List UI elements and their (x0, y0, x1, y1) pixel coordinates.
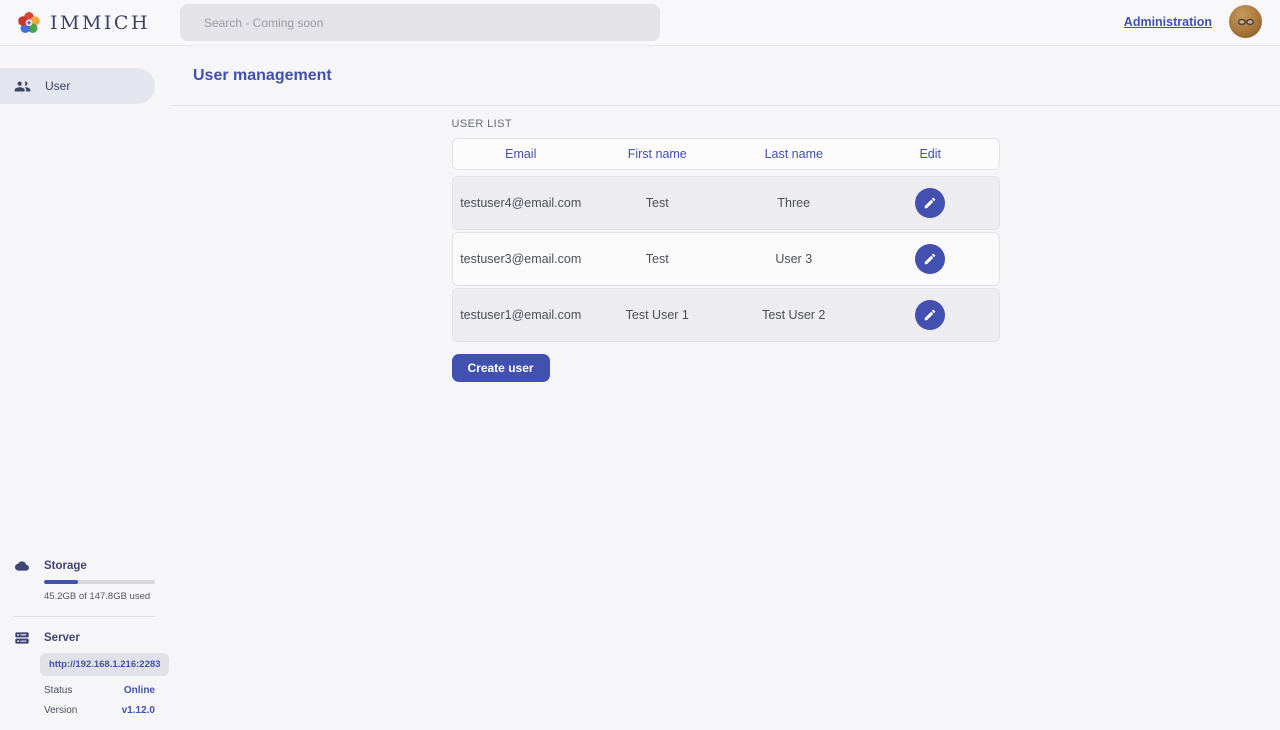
administration-link[interactable]: Administration (1124, 15, 1212, 29)
table-header: Email First name Last name Edit (452, 138, 1000, 170)
table-row: testuser1@email.com Test User 1 Test Use… (452, 288, 1000, 342)
create-user-button[interactable]: Create user (452, 354, 550, 382)
main-panel: User management USER LIST Email First na… (171, 46, 1280, 730)
admin-sidebar: User Storage 45.2GB of 147.8GB (0, 46, 171, 730)
edit-user-button[interactable] (915, 244, 945, 274)
cell-last-name: Test User 2 (726, 308, 863, 322)
server-status-row: Status Online (44, 685, 155, 696)
brand-wordmark: IMMICH (50, 12, 150, 34)
server-title: Server (44, 632, 80, 644)
page-title: User management (193, 67, 332, 85)
server-section-header: Server (14, 630, 155, 646)
brand[interactable]: IMMICH (16, 0, 150, 46)
sidebar-footer: Storage 45.2GB of 147.8GB used (0, 559, 171, 716)
server-version-label: Version (44, 705, 77, 716)
users-icon (14, 78, 31, 95)
server-url-chip: http://192.168.1.216:2283 (40, 653, 169, 676)
cell-last-name: User 3 (726, 252, 863, 266)
storage-section-header: Storage (14, 559, 155, 573)
cell-email: testuser1@email.com (453, 308, 590, 322)
cell-first-name: Test (589, 196, 726, 210)
user-list-label: USER LIST (452, 118, 1000, 130)
server-status-label: Status (44, 685, 72, 696)
column-header-last-name: Last name (726, 147, 863, 161)
glasses-icon (1235, 11, 1257, 33)
cell-last-name: Three (726, 196, 863, 210)
immich-app: IMMICH Administration (0, 0, 1280, 730)
column-header-first-name: First name (589, 147, 726, 161)
edit-user-button[interactable] (915, 188, 945, 218)
storage-progress-fill (44, 580, 78, 584)
edit-user-button[interactable] (915, 300, 945, 330)
pencil-icon (923, 308, 937, 322)
user-list-section: USER LIST Email First name Last name Edi… (452, 106, 1000, 382)
title-bar: User management (171, 46, 1280, 106)
server-version-value: v1.12.0 (122, 705, 155, 716)
table-row: testuser4@email.com Test Three (452, 176, 1000, 230)
cell-email: testuser4@email.com (453, 196, 590, 210)
sidebar-divider (14, 616, 155, 617)
server-icon (14, 630, 30, 646)
top-header: IMMICH Administration (0, 0, 1280, 46)
immich-flower-logo-icon (16, 10, 42, 36)
storage-progress-bar (44, 580, 155, 584)
sidebar-item-user-label: User (45, 79, 70, 93)
server-status-value: Online (124, 685, 155, 696)
storage-title: Storage (44, 560, 87, 572)
cell-first-name: Test (589, 252, 726, 266)
column-header-email: Email (453, 147, 590, 161)
pencil-icon (923, 196, 937, 210)
server-version-row: Version v1.12.0 (44, 705, 155, 716)
cell-first-name: Test User 1 (589, 308, 726, 322)
sidebar-item-user[interactable]: User (0, 68, 155, 104)
cloud-icon (14, 559, 30, 573)
user-avatar[interactable] (1229, 5, 1262, 38)
pencil-icon (923, 252, 937, 266)
column-header-edit: Edit (862, 147, 999, 161)
storage-usage-text: 45.2GB of 147.8GB used (44, 591, 155, 602)
cell-email: testuser3@email.com (453, 252, 590, 266)
search-input[interactable] (180, 4, 660, 41)
table-row: testuser3@email.com Test User 3 (452, 232, 1000, 286)
